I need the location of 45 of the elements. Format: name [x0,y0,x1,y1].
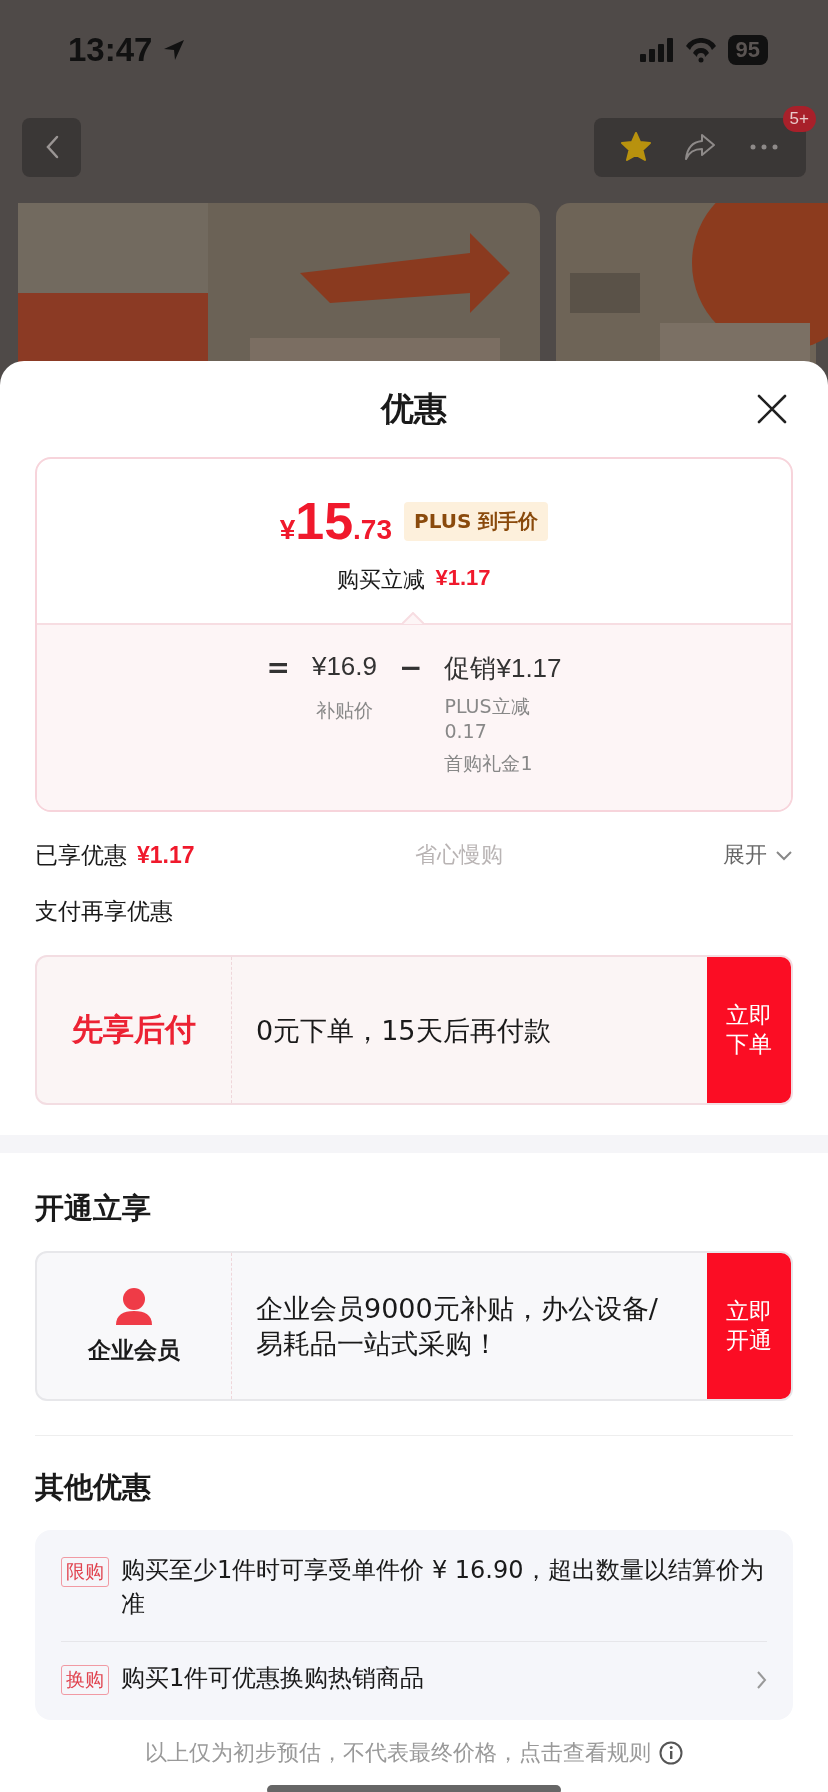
close-button[interactable] [756,393,788,425]
section-label: 支付再享优惠 [35,897,174,927]
chevron-right-icon [756,1670,767,1691]
offer-name: 企业会员 [88,1335,180,1365]
wifi-icon [683,37,718,63]
offer-description: 企业会员9000元补贴，办公设备/易耗品一站式采购！ [255,1291,659,1362]
disclaimer-text: 以上仅为初步预估，不代表最终价格，点击查看规则 [145,1738,651,1767]
star-icon [621,132,651,162]
offer-text: 购买至少1件时可享受单件价 ¥ 16.90，超出数量以结算价为准 [121,1555,765,1620]
final-price: ¥15.73 [279,491,393,551]
base-price: ¥16.9 [311,651,377,682]
section-heading: 其他优惠 [35,1469,152,1507]
discount-amount: ¥1.17 [435,565,491,592]
status-time: 13:47 [68,31,153,69]
close-icon [756,393,788,425]
share-icon [684,132,716,162]
minus-sign: − [399,651,423,686]
chevron-down-icon [775,849,793,861]
price-tag: PLUS 到手价 [404,501,549,541]
more-icon [750,144,778,150]
location-icon [162,38,187,62]
sheet-title: 优惠 [381,387,447,430]
expand-button[interactable]: 展开 [723,840,793,871]
equals-sign: = [266,651,290,686]
discount-label: 购买立减 [337,566,426,594]
savings-amount: ¥1.17 [137,841,195,869]
notification-badge: 5+ [782,105,816,132]
section-heading: 开通立享 [35,1190,152,1228]
savings-label: 已享优惠 [35,840,127,870]
offer-tag: 限购 [61,1557,109,1588]
base-price-label: 补贴价 [315,698,373,723]
slogan-text: 省心慢购 [414,841,503,870]
info-icon[interactable] [659,1740,683,1765]
promo-amount: 促销¥1.17 [444,652,562,685]
offer-tag: 换购 [61,1665,109,1696]
offer-description: 0元下单，15天后再付款 [255,1013,552,1048]
action-button[interactable]: 立即开通 [707,1253,791,1400]
promo-detail: PLUS立减0.17 [444,694,531,744]
person-icon [114,1286,154,1325]
offer-name: 先享后付 [72,1010,196,1050]
action-button[interactable]: 立即下单 [707,957,791,1104]
signal-icon [639,38,674,62]
promo-detail: 首购礼金1 [444,751,534,777]
battery-indicator: 95 [727,35,768,65]
offer-text: 购买1件可优惠换购热销商品 [121,1663,426,1695]
